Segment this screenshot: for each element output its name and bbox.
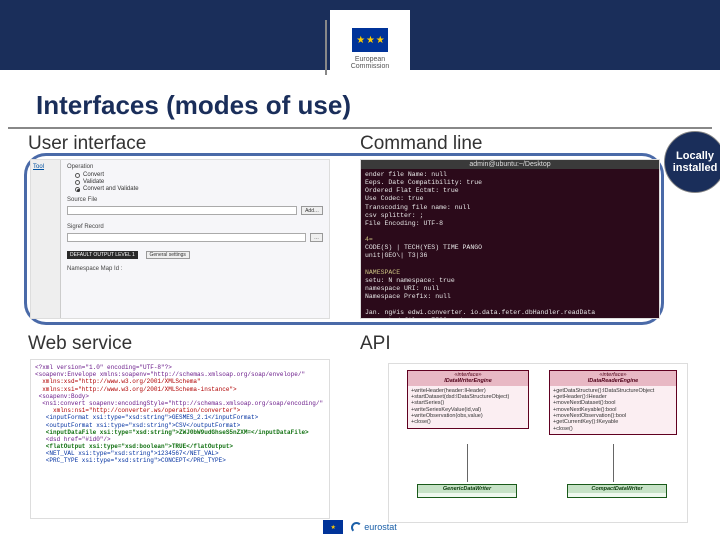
label-web-service: Web service bbox=[28, 333, 132, 355]
label-api: API bbox=[360, 333, 391, 355]
term-l1: Eeps. Date Compatibility: true bbox=[365, 179, 482, 186]
gui-opt-convert: Convert bbox=[83, 172, 104, 178]
uml-reader-box: «interface»IDataReaderEngine +getDataStr… bbox=[549, 370, 677, 435]
xml-l8: <inputFormat xsi:type="xsd:string">GESME… bbox=[35, 414, 258, 421]
screenshot-terminal: admin@ubuntu:~/Desktop ender file Name: … bbox=[360, 159, 660, 319]
uml-generic-writer: GenericDataWriter bbox=[417, 484, 517, 498]
term-l18: converted files: EISG nodes bbox=[365, 317, 470, 319]
term-l0: ender file Name: null bbox=[365, 171, 447, 178]
uml-connector bbox=[613, 444, 614, 482]
gui-add-btn: Add… bbox=[301, 206, 323, 215]
logo-line1: European bbox=[355, 56, 385, 63]
uml-iface2: «interface» bbox=[599, 372, 626, 378]
gui-src-label: Source File bbox=[67, 197, 323, 203]
term-l3: Use Codec: true bbox=[365, 195, 424, 202]
uml-green1: GenericDataWriter bbox=[443, 486, 491, 492]
xml-l3: xmlns:xsd="http://www.w3.org/2001/XMLSch… bbox=[35, 378, 201, 385]
gui-sigref-btn: … bbox=[310, 233, 323, 242]
term-l8: 4= bbox=[365, 236, 373, 243]
uml-writer-box: «interface»IDataWriterEngine +writeHeade… bbox=[407, 370, 529, 429]
uml-reader-title: IDataReaderEngine bbox=[588, 378, 638, 384]
screenshot-soap-xml: <?xml version="1.0" encoding="UTF-8"?> <… bbox=[30, 359, 330, 519]
screenshot-uml: «interface»IDataWriterEngine +writeHeade… bbox=[388, 363, 688, 523]
xml-l10: <inputDataFile xsi:type="xsd:string">ZWJ… bbox=[35, 429, 309, 436]
ec-logo: ★ ★ ★ European Commission bbox=[330, 10, 410, 88]
eurostat-text: eurostat bbox=[364, 522, 397, 532]
badge-line2: installed bbox=[673, 162, 718, 174]
screenshot-gui: Tool Operation Convert Validate Convert … bbox=[30, 159, 330, 319]
gui-ns-label: Namespace Map Id : bbox=[67, 266, 323, 272]
term-l13: setu: N namespace: true bbox=[365, 277, 455, 284]
xml-l9: <outputFormat xsi:type="xsd:string">CSV<… bbox=[35, 422, 240, 429]
xml-l4: xmlns:xsi="http://www.w3.org/2001/XMLSch… bbox=[35, 386, 237, 393]
xml-l6: <ns1:convert soapenv:encodingStyle="http… bbox=[35, 400, 323, 407]
xml-l13: <NET_VAL xsi:type="xsd:string">1234567</… bbox=[35, 450, 219, 457]
gui-settings-btn: General settings bbox=[146, 251, 190, 259]
uml-compact-writer: CompactDataWriter bbox=[567, 484, 667, 498]
gui-opt-both: Convert and Validate bbox=[83, 186, 139, 192]
xml-l1: <?xml version="1.0" encoding="UTF-8"?> bbox=[35, 364, 172, 371]
label-command-line: Command line bbox=[360, 133, 483, 155]
terminal-titlebar: admin@ubuntu:~/Desktop bbox=[361, 160, 659, 169]
uml-reader-m7: +close() bbox=[553, 426, 673, 432]
xml-l5: <soapenv:Body> bbox=[35, 393, 89, 400]
term-l15: Namespace Prefix: null bbox=[365, 293, 451, 300]
terminal-body: ender file Name: null Eeps. Date Compati… bbox=[361, 169, 659, 319]
eurostat-arc-icon bbox=[351, 522, 362, 533]
term-l17: Jan. ng#is edwi.converter. io.data.feter… bbox=[365, 309, 595, 316]
term-l4: Transcoding file name: null bbox=[365, 204, 470, 211]
uml-green2: CompactDataWriter bbox=[591, 486, 642, 492]
uml-writer-m6: +close() bbox=[411, 419, 525, 425]
xml-l14: <PRC_TYPE xsi:type="xsd:string">CONCEPT<… bbox=[35, 457, 226, 464]
uml-iface: «interface» bbox=[454, 372, 481, 378]
xml-l11: <dsd href="#id0"/> bbox=[35, 436, 111, 443]
uml-connector bbox=[467, 444, 468, 482]
radio-icon bbox=[75, 173, 80, 178]
gui-src-input bbox=[67, 206, 297, 215]
term-l6: File Encoding: UTF-8 bbox=[365, 220, 443, 227]
locally-installed-badge: Locally installed bbox=[664, 131, 720, 193]
term-l9: CODE(S) | TECH(YES) TIME PANGO bbox=[365, 244, 482, 251]
xml-l7: xmlns:ns1="http://converter.ws/operation… bbox=[35, 407, 240, 414]
eu-flag-mini-icon: ★ bbox=[323, 520, 343, 534]
logo-line2: Commission bbox=[351, 63, 390, 70]
gui-group-operation: Operation bbox=[67, 164, 323, 170]
xml-l2: <soapenv:Envelope xmlns:soapenv="http://… bbox=[35, 371, 305, 378]
term-l2: Ordered Flat Ectmt: true bbox=[365, 187, 459, 194]
footer-logos: ★ eurostat bbox=[0, 520, 720, 534]
gui-side-tab: Tool bbox=[31, 160, 61, 318]
gui-sigref-label: Sigref Record bbox=[67, 224, 323, 230]
xml-l12: <flatOutput xsi:type="xsd:boolean">TRUE<… bbox=[35, 443, 233, 450]
gui-format-box: DEFAULT OUTPUT LEVEL 1 bbox=[67, 251, 138, 259]
term-l5: csv splitter: ; bbox=[365, 212, 424, 219]
gui-sigref-input bbox=[67, 233, 306, 242]
badge-line1: Locally bbox=[676, 150, 714, 162]
content-area: Locally installed User interface Command… bbox=[0, 129, 720, 519]
header-bar: ★ ★ ★ European Commission bbox=[0, 0, 720, 70]
gui-opt-validate: Validate bbox=[83, 179, 104, 185]
uml-writer-title: IDataWriterEngine bbox=[444, 378, 492, 384]
eurostat-logo: eurostat bbox=[351, 522, 397, 533]
term-l14: namespace URI: null bbox=[365, 285, 439, 292]
eu-flag-icon: ★ ★ ★ bbox=[352, 28, 388, 52]
radio-icon bbox=[75, 180, 80, 185]
radio-icon bbox=[75, 187, 80, 192]
label-user-interface: User interface bbox=[28, 133, 146, 155]
term-l12: NAMESPACE bbox=[365, 269, 400, 276]
logo-divider bbox=[325, 20, 327, 75]
term-l10: unit|GEO\| T3|36 bbox=[365, 252, 427, 259]
